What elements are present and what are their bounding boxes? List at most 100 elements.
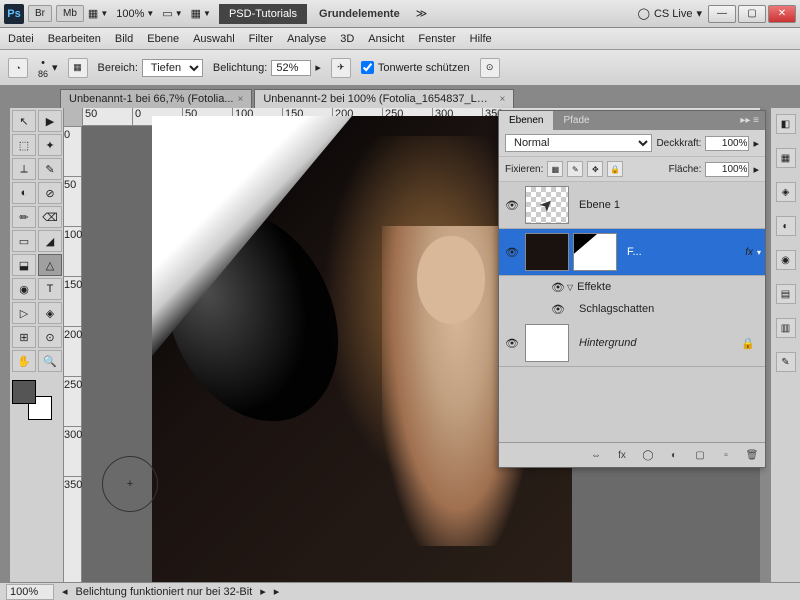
group-icon[interactable]: ▢ xyxy=(691,447,709,463)
collapse-bar-left[interactable] xyxy=(0,108,10,582)
dodge-tool[interactable]: △ xyxy=(38,254,62,276)
brush-preset[interactable]: •86▾ xyxy=(38,57,58,79)
menu-ebene[interactable]: Ebene xyxy=(147,33,179,45)
layer-name[interactable]: Ebene 1 xyxy=(579,199,761,211)
extras-select[interactable]: ▦▼ xyxy=(191,7,211,20)
channels-panel-icon[interactable]: ▥ xyxy=(776,318,796,338)
brush-tool[interactable]: ⊘ xyxy=(38,182,62,204)
menu-3d[interactable]: 3D xyxy=(340,33,354,45)
layer-thumb[interactable]: ➤ xyxy=(525,186,569,224)
paths-panel-icon[interactable]: ✎ xyxy=(776,352,796,372)
effects-row[interactable]: 👁 ▽ Effekte xyxy=(499,276,765,298)
more-icon[interactable]: ≫ xyxy=(410,7,434,20)
panel-menu-icon[interactable]: ▸▸ ≡ xyxy=(734,111,765,130)
move-tool[interactable]: ↖ xyxy=(12,110,36,132)
opacity-input[interactable] xyxy=(705,136,749,151)
new-layer-icon[interactable]: ▫ xyxy=(717,447,735,463)
adjust-panel-icon[interactable]: ◐ xyxy=(776,216,796,236)
airbrush-icon[interactable]: ✈ xyxy=(331,58,351,78)
opacity-slider-icon[interactable]: ▸ xyxy=(753,137,759,150)
visibility-icon[interactable]: 👁 xyxy=(549,300,567,318)
maximize-button[interactable]: ▢ xyxy=(738,5,766,23)
brush-panel-icon[interactable]: ▦ xyxy=(68,58,88,78)
mask-icon[interactable]: ◯ xyxy=(639,447,657,463)
menu-datei[interactable]: Datei xyxy=(8,33,34,45)
zoom-field[interactable]: 100% xyxy=(6,584,54,600)
cslive-button[interactable]: ◯ CS Live ▾ xyxy=(638,7,702,20)
3d-camera-tool[interactable]: ⊙ xyxy=(38,326,62,348)
menu-ansicht[interactable]: Ansicht xyxy=(368,33,404,45)
visibility-icon[interactable]: 👁 xyxy=(503,196,521,214)
doc-tab-2[interactable]: Unbenannt-2 bei 100% (Fotolia_1654837_L©… xyxy=(254,89,514,108)
swatches-panel-icon[interactable]: ▦ xyxy=(776,148,796,168)
ruler-vertical[interactable]: 050100150200250300350 xyxy=(64,126,82,582)
mask-thumb[interactable] xyxy=(573,233,617,271)
blend-mode-select[interactable]: Normal xyxy=(505,134,652,152)
status-nav-left-icon[interactable]: ◂ xyxy=(62,585,68,598)
range-select[interactable]: Tiefen xyxy=(142,59,203,77)
layer-thumb[interactable] xyxy=(525,324,569,362)
status-nav-right-icon[interactable]: ▸ xyxy=(260,585,266,598)
menu-hilfe[interactable]: Hilfe xyxy=(470,33,492,45)
fx-icon[interactable]: fx xyxy=(613,447,631,463)
doc-tab-1[interactable]: Unbenannt-1 bei 66,7% (Fotolia...× xyxy=(60,89,252,108)
path-tool[interactable]: ▷ xyxy=(12,302,36,324)
collapse-icon[interactable]: ▽ xyxy=(567,283,573,292)
close-icon[interactable]: × xyxy=(500,94,506,105)
screen-mode-select[interactable]: ▦▼ xyxy=(88,7,108,20)
minimize-button[interactable]: — xyxy=(708,5,736,23)
close-icon[interactable]: × xyxy=(238,94,244,105)
menu-fenster[interactable]: Fenster xyxy=(418,33,455,45)
layer-row[interactable]: 👁 ➤ Ebene 1 xyxy=(499,182,765,229)
wand-tool[interactable]: ✦ xyxy=(38,134,62,156)
color-panel-icon[interactable]: ◧ xyxy=(776,114,796,134)
visibility-icon[interactable]: 👁 xyxy=(549,278,567,296)
link-icon[interactable]: ⇔ xyxy=(587,447,605,463)
visibility-icon[interactable]: 👁 xyxy=(503,243,521,261)
stamp-tool[interactable]: ✏ xyxy=(12,206,36,228)
masks-panel-icon[interactable]: ◉ xyxy=(776,250,796,270)
tab-paths[interactable]: Pfade xyxy=(553,111,599,130)
blur-tool[interactable]: ⬓ xyxy=(12,254,36,276)
layer-row[interactable]: 👁 Hintergrund 🔒 xyxy=(499,320,765,367)
fill-slider-icon[interactable]: ▸ xyxy=(753,163,759,176)
status-menu-icon[interactable]: ▸ xyxy=(274,585,280,598)
effect-dropshadow[interactable]: 👁 Schlagschatten xyxy=(499,298,765,320)
3d-tool[interactable]: ⊞ xyxy=(12,326,36,348)
exposure-input[interactable] xyxy=(271,60,311,76)
lock-transparency-icon[interactable]: ▦ xyxy=(547,161,563,177)
eyedropper-tool[interactable]: ✎ xyxy=(38,158,62,180)
styles-panel-icon[interactable]: ◈ xyxy=(776,182,796,202)
pen-tool[interactable]: ◉ xyxy=(12,278,36,300)
history-brush-tool[interactable]: ⌫ xyxy=(38,206,62,228)
close-button[interactable]: ✕ xyxy=(768,5,796,23)
zoom-select[interactable]: 100%▼ xyxy=(116,8,154,20)
arrange-select[interactable]: ▭▼ xyxy=(162,7,182,20)
workspace-tab-tutorials[interactable]: PSD-Tutorials xyxy=(219,4,307,24)
zoom-tool[interactable]: 🔍 xyxy=(38,350,62,372)
type-tool[interactable]: T xyxy=(38,278,62,300)
bridge-button[interactable]: Br xyxy=(28,5,52,22)
menu-auswahl[interactable]: Auswahl xyxy=(193,33,235,45)
layer-row[interactable]: 👁 F... fx▾ xyxy=(499,229,765,276)
menu-analyse[interactable]: Analyse xyxy=(287,33,326,45)
fx-badge[interactable]: fx xyxy=(745,247,753,258)
layer-name[interactable]: Hintergrund xyxy=(579,337,741,349)
layer-name[interactable]: F... xyxy=(627,246,745,258)
menu-bild[interactable]: Bild xyxy=(115,33,133,45)
menu-bearbeiten[interactable]: Bearbeiten xyxy=(48,33,101,45)
lock-all-icon[interactable]: 🔒 xyxy=(607,161,623,177)
workspace-tab-grundelemente[interactable]: Grundelemente xyxy=(309,4,410,24)
exposure-slider-icon[interactable]: ▸ xyxy=(315,61,321,74)
layers-panel-icon[interactable]: ▤ xyxy=(776,284,796,304)
tab-layers[interactable]: Ebenen xyxy=(499,111,553,130)
tool-preset-icon[interactable]: ◔ xyxy=(8,58,28,78)
eraser-tool[interactable]: ▭ xyxy=(12,230,36,252)
fill-input[interactable] xyxy=(705,162,749,177)
color-swatch[interactable] xyxy=(12,380,52,420)
shape-tool[interactable]: ◈ xyxy=(38,302,62,324)
gradient-tool[interactable]: ◢ xyxy=(38,230,62,252)
lock-pixels-icon[interactable]: ✎ xyxy=(567,161,583,177)
delete-icon[interactable]: 🗑 xyxy=(743,447,761,463)
marquee-tool[interactable]: ▶ xyxy=(38,110,62,132)
